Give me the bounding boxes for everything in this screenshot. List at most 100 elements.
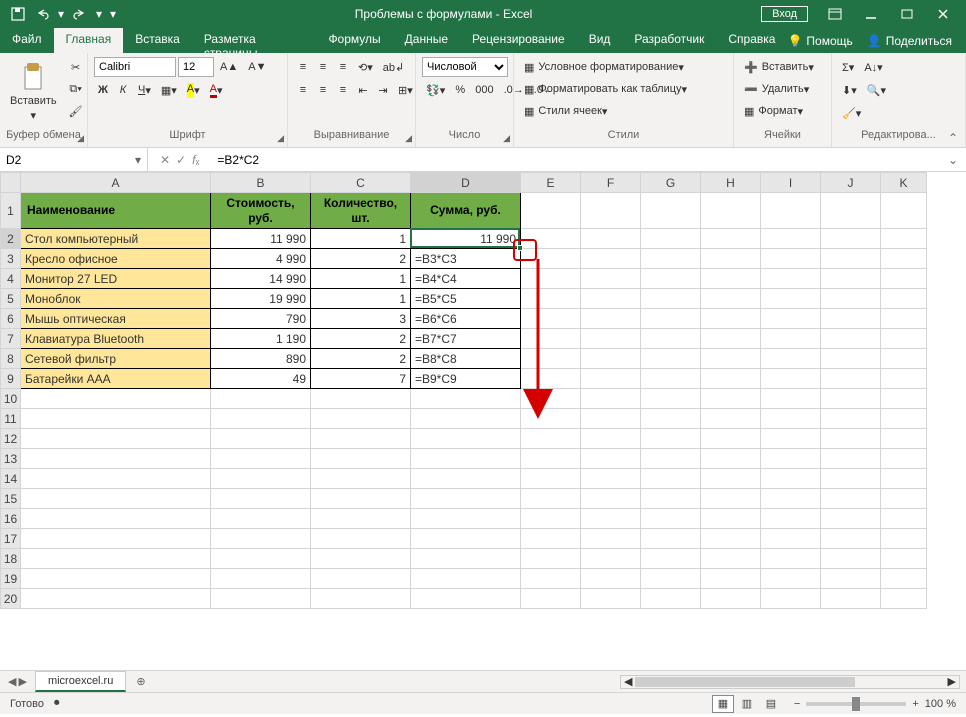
cell[interactable] xyxy=(881,529,927,549)
cell[interactable] xyxy=(881,489,927,509)
cell[interactable]: 2 xyxy=(311,349,411,369)
cell[interactable] xyxy=(211,489,311,509)
cell[interactable] xyxy=(581,249,641,269)
cell[interactable] xyxy=(701,349,761,369)
cell[interactable]: Стоимость, руб. xyxy=(211,193,311,229)
accounting-icon[interactable]: 💱▾ xyxy=(422,80,449,100)
column-header[interactable]: C xyxy=(311,173,411,193)
cell[interactable] xyxy=(701,529,761,549)
cell[interactable] xyxy=(641,249,701,269)
macro-record-icon[interactable]: ⏺ xyxy=(54,697,60,710)
tab-view[interactable]: Вид xyxy=(577,28,623,53)
row-header[interactable]: 17 xyxy=(1,529,21,549)
row-header[interactable]: 10 xyxy=(1,389,21,409)
cell[interactable] xyxy=(311,589,411,609)
cell[interactable] xyxy=(411,529,521,549)
sheet-nav-prev-icon[interactable]: ◀ xyxy=(8,675,16,688)
column-header[interactable]: E xyxy=(521,173,581,193)
cell[interactable] xyxy=(881,249,927,269)
cell[interactable] xyxy=(881,409,927,429)
cell[interactable] xyxy=(521,549,581,569)
cell[interactable] xyxy=(821,549,881,569)
cell[interactable] xyxy=(581,449,641,469)
cell[interactable]: 2 xyxy=(311,249,411,269)
cell[interactable] xyxy=(641,489,701,509)
cell[interactable] xyxy=(641,589,701,609)
close-icon[interactable] xyxy=(926,2,960,26)
cell[interactable] xyxy=(411,569,521,589)
cell[interactable] xyxy=(411,409,521,429)
cell[interactable] xyxy=(641,549,701,569)
zoom-slider[interactable] xyxy=(806,702,906,706)
row-header[interactable]: 6 xyxy=(1,309,21,329)
cell[interactable] xyxy=(701,489,761,509)
row-header[interactable]: 8 xyxy=(1,349,21,369)
cell[interactable] xyxy=(521,429,581,449)
cell[interactable] xyxy=(581,289,641,309)
cell[interactable] xyxy=(821,529,881,549)
row-header[interactable]: 4 xyxy=(1,269,21,289)
cell[interactable] xyxy=(881,369,927,389)
cell[interactable] xyxy=(821,429,881,449)
cell[interactable] xyxy=(641,469,701,489)
cell[interactable] xyxy=(821,309,881,329)
cell[interactable] xyxy=(821,329,881,349)
add-sheet-icon[interactable]: ⊕ xyxy=(126,675,155,688)
tab-home[interactable]: Главная xyxy=(54,28,124,53)
undo-icon[interactable] xyxy=(32,4,52,24)
cell[interactable] xyxy=(581,549,641,569)
cell[interactable] xyxy=(21,569,211,589)
cell[interactable] xyxy=(881,509,927,529)
cell[interactable]: 1 xyxy=(311,289,411,309)
zoom-in-icon[interactable]: + xyxy=(912,698,918,710)
sort-filter-icon[interactable]: A↓▾ xyxy=(860,57,886,77)
cell[interactable] xyxy=(701,449,761,469)
column-header[interactable]: I xyxy=(761,173,821,193)
cell[interactable] xyxy=(641,269,701,289)
cell[interactable] xyxy=(881,429,927,449)
clipboard-dialog-launcher[interactable]: ◢ xyxy=(77,133,84,144)
cell[interactable] xyxy=(581,349,641,369)
fill-color-icon[interactable]: A▾ xyxy=(183,80,204,100)
cell[interactable] xyxy=(311,569,411,589)
cell[interactable] xyxy=(761,569,821,589)
cell[interactable] xyxy=(641,289,701,309)
cell[interactable] xyxy=(761,489,821,509)
cell[interactable] xyxy=(21,409,211,429)
cell[interactable] xyxy=(701,269,761,289)
cell[interactable] xyxy=(581,193,641,229)
tab-file[interactable]: Файл xyxy=(0,28,54,53)
cell[interactable]: 2 xyxy=(311,329,411,349)
number-dialog-launcher[interactable]: ◢ xyxy=(503,133,510,144)
cell[interactable] xyxy=(821,369,881,389)
autosum-icon[interactable]: Σ▾ xyxy=(838,57,858,77)
grow-font-icon[interactable]: A▲ xyxy=(216,57,242,77)
cell[interactable]: Стол компьютерный xyxy=(21,229,211,249)
cell[interactable] xyxy=(761,329,821,349)
align-middle-icon[interactable]: ≡ xyxy=(314,57,332,77)
font-dialog-launcher[interactable]: ◢ xyxy=(277,133,284,144)
cell[interactable] xyxy=(581,369,641,389)
cell[interactable] xyxy=(821,509,881,529)
cell[interactable] xyxy=(641,429,701,449)
formula-input[interactable] xyxy=(217,153,934,167)
cell[interactable] xyxy=(821,569,881,589)
cell[interactable] xyxy=(761,229,821,249)
cell[interactable] xyxy=(701,249,761,269)
cell[interactable] xyxy=(641,529,701,549)
cell[interactable] xyxy=(641,329,701,349)
cell[interactable] xyxy=(761,549,821,569)
align-dialog-launcher[interactable]: ◢ xyxy=(405,133,412,144)
cell[interactable] xyxy=(881,569,927,589)
cell[interactable] xyxy=(821,289,881,309)
cell[interactable] xyxy=(701,589,761,609)
qat-customize-icon[interactable]: ▾ xyxy=(108,4,118,24)
cell[interactable] xyxy=(411,429,521,449)
cell[interactable]: 19 990 xyxy=(211,289,311,309)
cell[interactable]: 4 990 xyxy=(211,249,311,269)
redo-icon[interactable] xyxy=(70,4,90,24)
row-header[interactable]: 12 xyxy=(1,429,21,449)
cell[interactable] xyxy=(701,369,761,389)
cell[interactable] xyxy=(701,549,761,569)
sheet-nav-next-icon[interactable]: ▶ xyxy=(18,675,26,688)
